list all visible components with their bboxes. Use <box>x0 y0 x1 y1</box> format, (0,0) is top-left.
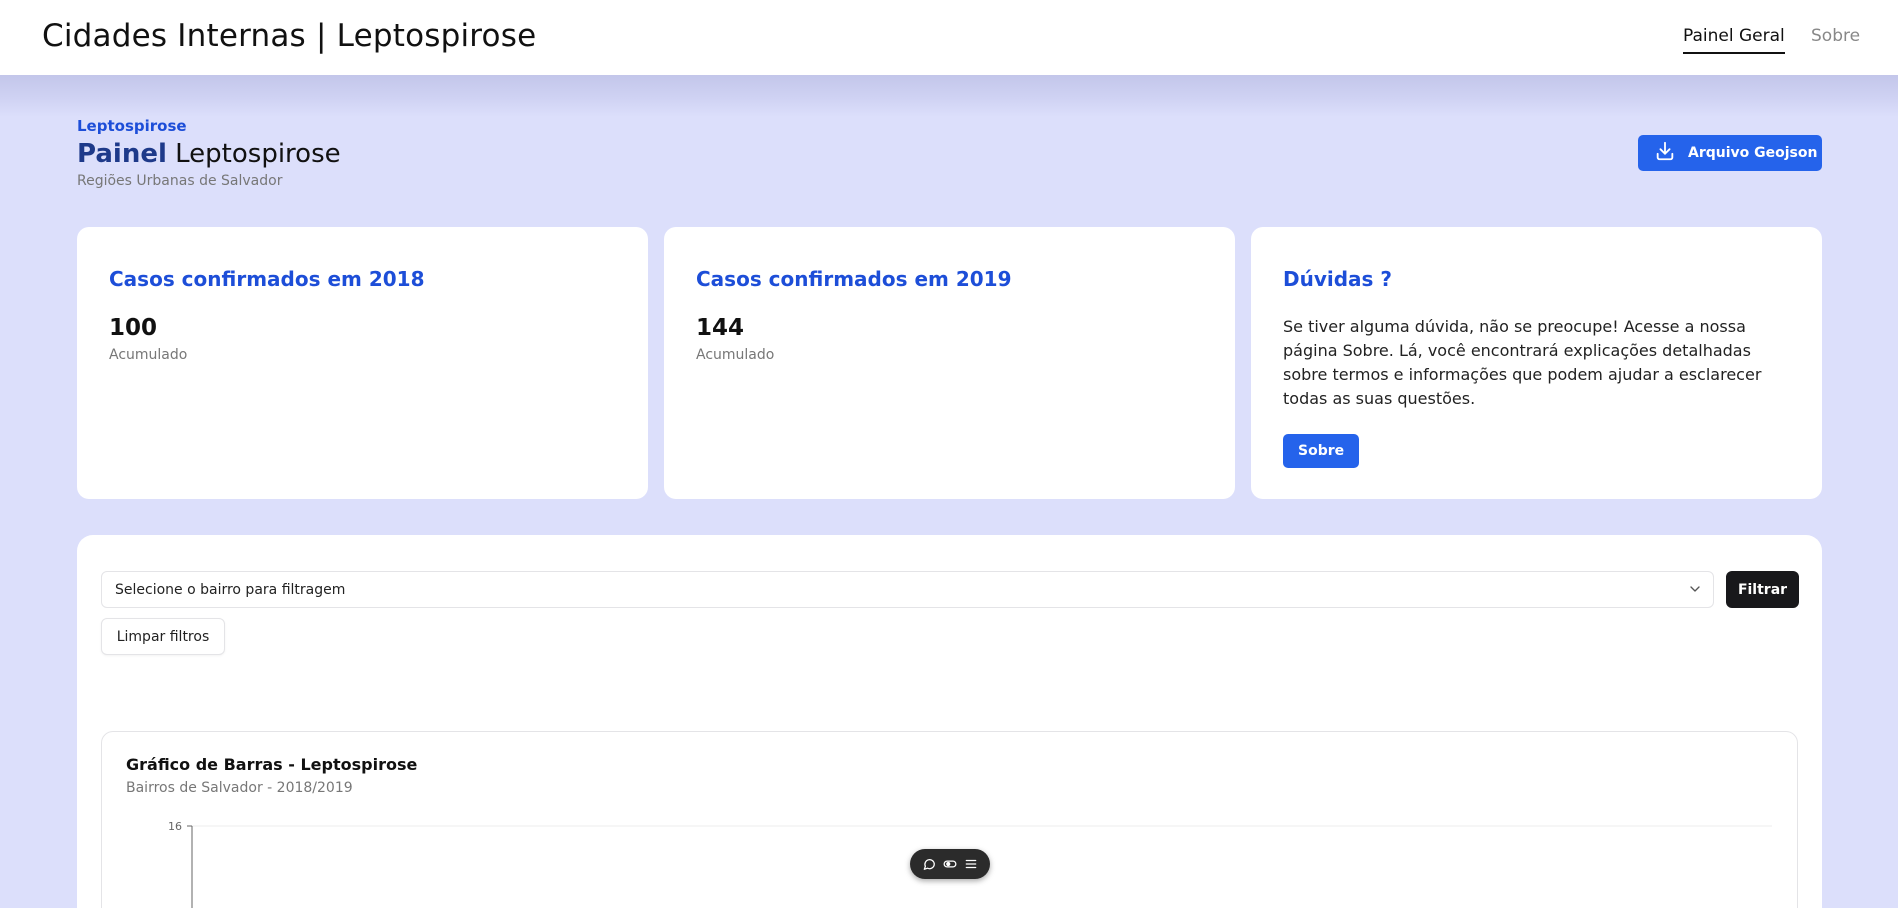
filter-button[interactable]: Filtrar <box>1726 571 1799 608</box>
help-card: Dúvidas ? Se tiver alguma dúvida, não se… <box>1251 227 1822 499</box>
stat-card-2019: Casos confirmados em 2019 144 Acumulado <box>664 227 1235 499</box>
navbar-shadow <box>0 75 1898 117</box>
comment-icon[interactable] <box>922 857 936 871</box>
page-subtitle: Regiões Urbanas de Salvador <box>77 173 283 189</box>
stat-card-value: 144 <box>696 315 745 341</box>
page-title-strong: Painel <box>77 139 167 169</box>
bairro-select-placeholder: Selecione o bairro para filtragem <box>115 582 346 598</box>
nav-link-sobre[interactable]: Sobre <box>1811 26 1860 52</box>
menu-icon[interactable] <box>964 857 978 871</box>
chevron-down-icon <box>1687 581 1703 601</box>
app-title: Cidades Internas | Leptospirose <box>42 18 537 54</box>
bar-chart-card: Gráfico de Barras - Leptospirose Bairros… <box>101 731 1798 908</box>
page-eyebrow: Leptospirose <box>77 117 187 135</box>
clear-filters-button[interactable]: Limpar filtros <box>101 618 225 655</box>
bairro-select[interactable]: Selecione o bairro para filtragem <box>101 571 1714 608</box>
stat-card-caption: Acumulado <box>696 347 775 363</box>
download-icon <box>1654 140 1676 166</box>
stat-card-2018: Casos confirmados em 2018 100 Acumulado <box>77 227 648 499</box>
stat-card-caption: Acumulado <box>109 347 188 363</box>
chart-title: Gráfico de Barras - Leptospirose <box>126 755 418 774</box>
page-title: Painel Leptospirose <box>77 139 341 169</box>
nav-link-painel-geral[interactable]: Painel Geral <box>1683 26 1785 54</box>
help-card-text: Se tiver alguma dúvida, não se preocupe!… <box>1283 317 1762 408</box>
download-geojson-label: Arquivo Geojson <box>1688 145 1818 161</box>
sobre-button[interactable]: Sobre <box>1283 434 1360 468</box>
download-geojson-button[interactable]: Arquivo Geojson <box>1638 135 1822 171</box>
top-navbar: Cidades Internas | Leptospirose Painel G… <box>0 0 1898 75</box>
page-title-rest: Leptospirose <box>175 139 341 169</box>
y-tick-label: 16 <box>168 820 182 833</box>
chart-subtitle: Bairros de Salvador - 2018/2019 <box>126 780 353 796</box>
floating-toolbar <box>910 849 990 879</box>
stat-card-title: Casos confirmados em 2019 <box>696 267 1012 291</box>
stat-card-value: 100 <box>109 315 158 341</box>
stat-card-title: Casos confirmados em 2018 <box>109 267 425 291</box>
toggle-icon[interactable] <box>943 857 957 871</box>
help-card-title: Dúvidas ? <box>1283 267 1393 291</box>
